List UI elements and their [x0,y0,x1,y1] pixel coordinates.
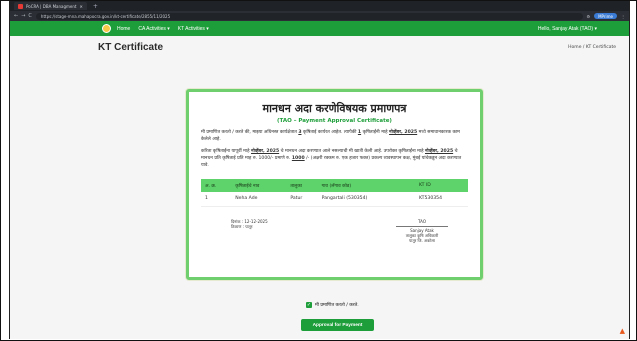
extensions-icon[interactable]: ⚙ [587,14,591,19]
kt-table: अ. क्र. कृषिताईचे नाव तालुका गाव (लॅगाव … [201,179,468,207]
reload-icon[interactable]: C [28,13,32,19]
confirm-label: मी प्रमाणित करतो / करते. [315,303,359,308]
table-row: 1 Neha Ade Patur Pangartali (530354) KT5… [201,192,468,207]
place-label: ठिकाण : पातूर [231,223,253,229]
page-title: KT Certificate [98,41,164,53]
sign-office: पातूर जि. अकोला [409,237,435,243]
forward-icon[interactable]: → [21,13,25,19]
sign-tao: TAO [418,218,426,224]
tab-title: PoCRA | DBA Managment [26,3,77,9]
cell-taluka: Patur [286,192,318,207]
cell-sr-no: 1 [201,192,232,207]
menu-icon[interactable]: ⋮ [621,14,625,19]
url-input[interactable]: https://stage-mna.mahapocra.gov.in/kt-ce… [35,12,583,20]
certificate-paragraph-2: करिता कृषिताईंना यापूर्वी माहे नोव्हेंबर… [201,149,462,168]
certificate-heading: मानधन अदा करणेविषयक प्रमाणपत्र [262,102,407,115]
certificate-subheading: (TAO – Payment Approval Certificate) [277,118,392,124]
col-village: गाव (लॅगाव कोड) [321,183,352,189]
new-tab-icon[interactable]: + [93,3,98,10]
certificate-card: मानधन अदा करणेविषयक प्रमाणपत्र (TAO – Pa… [186,89,483,280]
corner-badge-icon: ▲ [619,327,625,335]
breadcrumb[interactable]: Home / KT Certificate [568,45,616,50]
address-bar-row: ← → C https://stage-mna.mahapocra.gov.in… [10,11,629,21]
tab-close-icon[interactable]: ✕ [79,4,82,9]
confirm-checkbox[interactable]: ✓ [306,302,312,308]
profile-button[interactable]: MPrime [594,13,617,19]
confirm-row: ✓ मी प्रमाणित करतो / करते. [306,302,359,308]
date-label: दिनांक : 12-12-2025 [231,218,268,224]
cell-village: Pangartali (530354) [317,192,416,207]
cell-kt-name: Neha Ade [231,192,287,207]
nav-ca-activities[interactable]: CA Activities ▾ [138,26,169,32]
user-menu[interactable]: Hello, Sanjay Atak (TAO) ▾ [538,26,597,32]
col-kt-name: कृषिताईचे नाव [235,183,260,189]
page-header: KT Certificate Home / KT Certificate [10,36,629,58]
certificate-paragraph-1: मी प्रमाणित करतो / करते की, माझ्या अधिनस… [201,130,460,142]
signature-block: TAO Sanjay Atak तालुका कृषि अधिकारी पातू… [396,219,448,243]
screenshot-frame: PoCRA | DBA Managment ✕ + ← → C https://… [0,0,637,341]
col-kt-id: KT ID [419,183,431,188]
cell-kt-id: KT530354 [415,192,468,207]
table-header-row: अ. क्र. कृषिताईचे नाव तालुका गाव (लॅगाव … [201,179,468,192]
content-area: मानधन अदा करणेविषयक प्रमाणपत्र (TAO – Pa… [10,57,629,339]
favicon-icon [18,3,23,9]
nav-kt-activities[interactable]: KT Activities ▾ [178,26,209,32]
nav-home[interactable]: Home [117,26,130,32]
back-icon[interactable]: ← [14,13,18,19]
certificate-footer: दिनांक : 12-12-2025 ठिकाण : पातूर TAO Sa… [201,219,468,243]
tab-bar: PoCRA | DBA Managment ✕ + [10,1,629,11]
approve-payment-button[interactable]: Approval for Payment [301,319,374,331]
browser-window: PoCRA | DBA Managment ✕ + ← → C https://… [9,1,630,339]
browser-tab[interactable]: PoCRA | DBA Managment ✕ [14,2,87,10]
col-taluka: तालुका [290,183,302,189]
col-sr-no: अ. क्र. [205,183,217,189]
main-nav: Home CA Activities ▾ KT Activities ▾ Hel… [10,21,629,36]
logo-icon [102,24,111,33]
